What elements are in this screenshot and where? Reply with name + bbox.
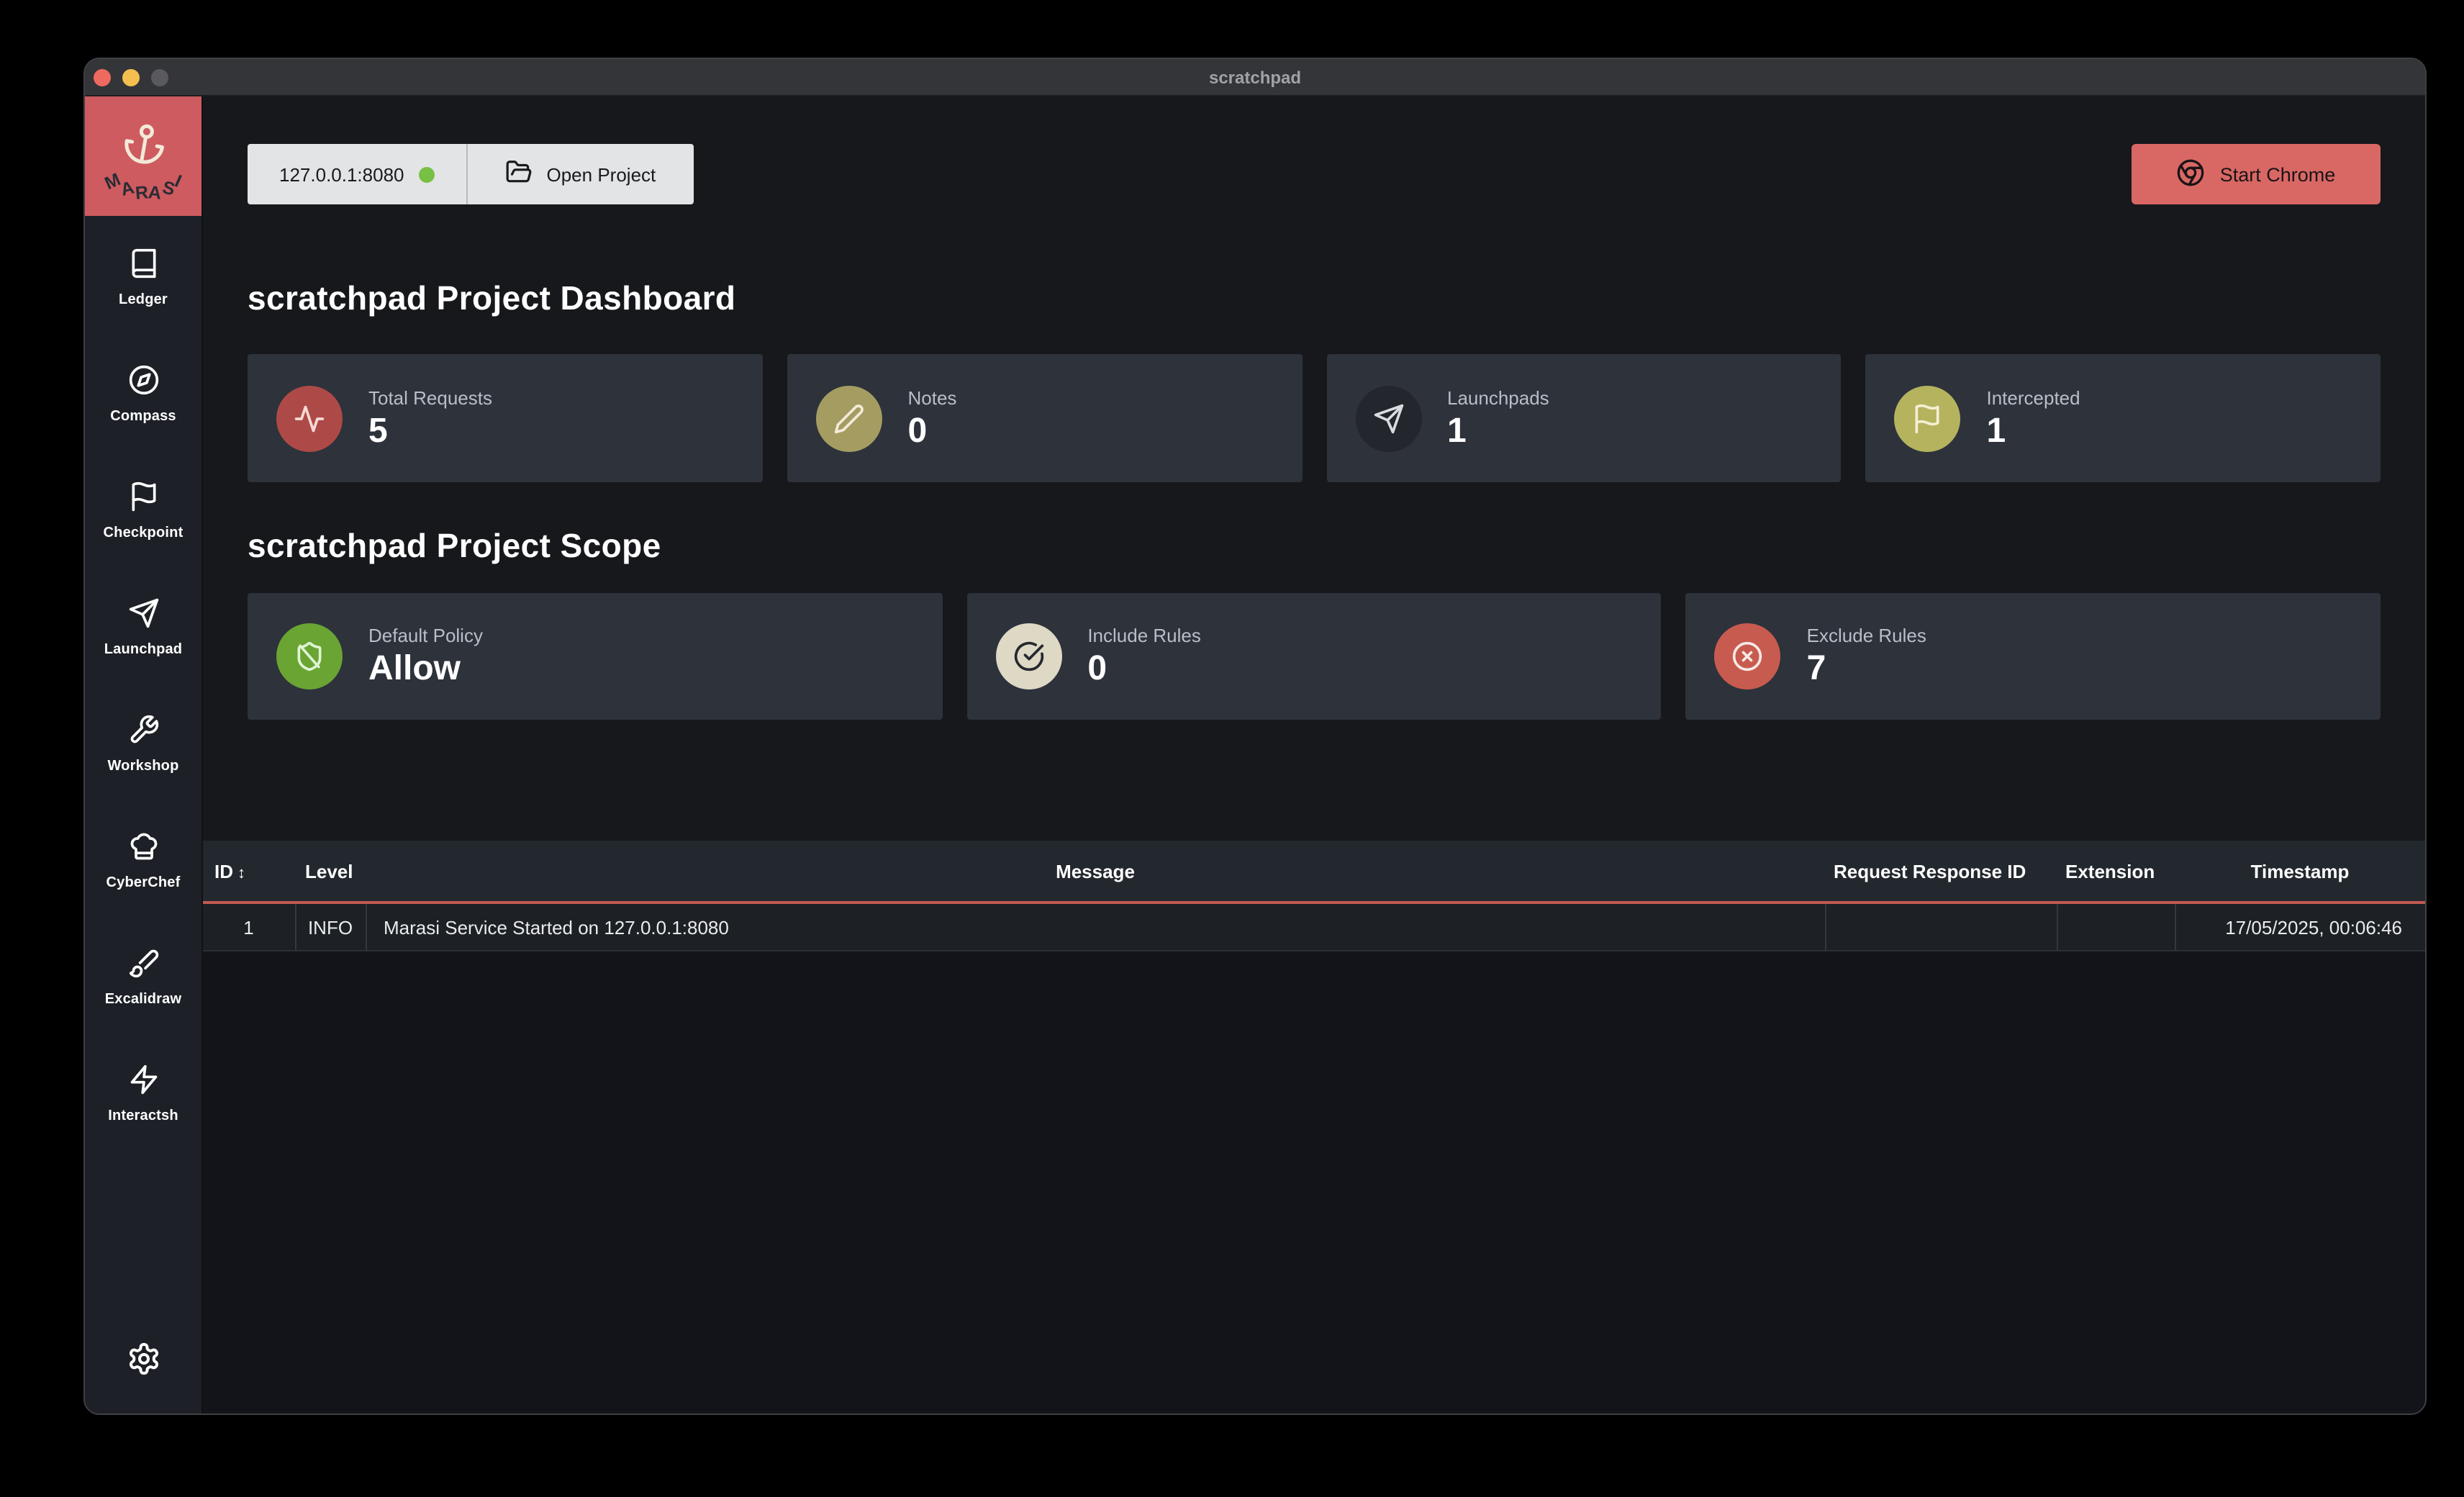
pencil-icon bbox=[816, 385, 882, 451]
log-cell-level: INFO bbox=[295, 903, 366, 951]
scope-value: Allow bbox=[368, 651, 483, 688]
stat-value: 1 bbox=[1987, 412, 2080, 450]
app-logo: MARASI bbox=[85, 96, 201, 216]
start-chrome-label: Start Chrome bbox=[2220, 163, 2336, 185]
log-table-header-row: ID↕ Level Message Request Response ID Ex… bbox=[203, 841, 2425, 903]
scope-card-default-policy: Default Policy Allow bbox=[248, 593, 942, 720]
sidebar-item-launchpad[interactable]: Launchpad bbox=[85, 569, 201, 685]
log-table-section: ID↕ Level Message Request Response ID Ex… bbox=[203, 841, 2425, 1414]
chrome-icon bbox=[2177, 158, 2206, 191]
send-icon bbox=[1355, 385, 1421, 451]
sidebar-item-label: Interactsh bbox=[108, 1108, 178, 1123]
book-icon bbox=[127, 247, 159, 286]
scope-value: 0 bbox=[1087, 651, 1201, 688]
sidebar-nav: Ledger Compass Checkpoint Launchpad bbox=[85, 219, 201, 1152]
activity-icon bbox=[276, 385, 343, 451]
stat-label: Launchpads bbox=[1447, 386, 1549, 408]
sidebar-item-compass[interactable]: Compass bbox=[85, 335, 201, 452]
folder-open-icon bbox=[505, 158, 533, 190]
log-cell-id: 1 bbox=[203, 903, 295, 951]
column-header-id[interactable]: ID↕ bbox=[203, 841, 295, 903]
check-circle-icon bbox=[995, 623, 1061, 689]
start-chrome-button[interactable]: Start Chrome bbox=[2132, 144, 2381, 204]
stat-label: Intercepted bbox=[1987, 386, 2080, 408]
scope-cards: Default Policy Allow Include Rules 0 Exclu… bbox=[248, 593, 2381, 720]
send-icon bbox=[127, 597, 159, 636]
stat-cards: Total Requests 5 Notes 0 Launchpads 1 bbox=[248, 354, 2381, 482]
dashboard-title: scratchpad Project Dashboard bbox=[248, 278, 2381, 318]
open-project-label: Open Project bbox=[547, 163, 656, 185]
sidebar: MARASI Ledger Compass Checkpoint bbox=[85, 96, 203, 1414]
x-circle-icon bbox=[1715, 623, 1781, 689]
stat-value: 5 bbox=[368, 412, 492, 450]
wrench-icon bbox=[127, 713, 159, 752]
logo-brand-text: MARASI bbox=[106, 171, 181, 191]
app-window: scratchpad MARASI Ledger bbox=[83, 58, 2427, 1415]
brush-icon bbox=[127, 946, 159, 985]
shield-off-icon bbox=[276, 623, 343, 689]
scope-label: Default Policy bbox=[368, 625, 483, 646]
sidebar-item-label: Excalidraw bbox=[105, 991, 182, 1007]
window-body: MARASI Ledger Compass Checkpoint bbox=[85, 96, 2425, 1414]
column-header-timestamp[interactable]: Timestamp bbox=[2175, 841, 2425, 903]
proxy-control-group: 127.0.0.1:8080 Open Project bbox=[248, 144, 693, 204]
chef-hat-icon bbox=[127, 830, 159, 869]
titlebar: scratchpad bbox=[85, 59, 2425, 96]
proxy-address-button[interactable]: 127.0.0.1:8080 bbox=[248, 144, 466, 204]
proxy-status-icon bbox=[419, 166, 435, 182]
log-cell-timestamp: 17/05/2025, 00:06:46 bbox=[2175, 903, 2425, 951]
content-area: 127.0.0.1:8080 Open Project Start C bbox=[203, 96, 2425, 720]
column-header-request-response-id[interactable]: Request Response ID bbox=[1825, 841, 2057, 903]
scope-card-include-rules: Include Rules 0 bbox=[966, 593, 1661, 720]
stat-card-launchpads: Launchpads 1 bbox=[1326, 354, 1842, 482]
stat-value: 1 bbox=[1447, 412, 1549, 450]
toolbar: 127.0.0.1:8080 Open Project Start C bbox=[248, 144, 2381, 204]
sidebar-item-label: Workshop bbox=[107, 758, 178, 774]
sidebar-item-excalidraw[interactable]: Excalidraw bbox=[85, 918, 201, 1035]
stat-card-total-requests: Total Requests 5 bbox=[248, 354, 763, 482]
column-header-extension[interactable]: Extension bbox=[2057, 841, 2175, 903]
sidebar-item-label: CyberChef bbox=[107, 874, 181, 890]
scope-label: Include Rules bbox=[1087, 625, 1201, 646]
sidebar-item-label: Launchpad bbox=[104, 641, 183, 657]
sidebar-item-ledger[interactable]: Ledger bbox=[85, 219, 201, 335]
proxy-address-text: 127.0.0.1:8080 bbox=[279, 163, 404, 185]
stat-label: Total Requests bbox=[368, 386, 492, 408]
log-cell-extension bbox=[2057, 903, 2175, 951]
stat-label: Notes bbox=[908, 386, 957, 408]
sidebar-item-label: Ledger bbox=[119, 291, 168, 307]
sidebar-item-cyberchef[interactable]: CyberChef bbox=[85, 802, 201, 918]
stat-card-intercepted: Intercepted 1 bbox=[1866, 354, 2381, 482]
log-table-row[interactable]: 1 INFO Marasi Service Started on 127.0.0… bbox=[203, 903, 2425, 951]
stat-value: 0 bbox=[908, 412, 957, 450]
sidebar-item-label: Compass bbox=[110, 408, 176, 424]
window-title: scratchpad bbox=[85, 67, 2425, 87]
anchor-icon bbox=[117, 119, 168, 176]
log-cell-request-response-id bbox=[1825, 903, 2057, 951]
column-header-level[interactable]: Level bbox=[295, 841, 366, 903]
sidebar-item-checkpoint[interactable]: Checkpoint bbox=[85, 452, 201, 569]
open-project-button[interactable]: Open Project bbox=[468, 144, 694, 204]
scope-title: scratchpad Project Scope bbox=[248, 525, 2381, 566]
log-cell-message: Marasi Service Started on 127.0.0.1:8080 bbox=[366, 903, 1825, 951]
flag-icon bbox=[127, 480, 159, 519]
gear-icon bbox=[126, 1342, 160, 1376]
flag-icon bbox=[1895, 385, 1961, 451]
settings-button[interactable] bbox=[126, 1342, 160, 1376]
sidebar-item-workshop[interactable]: Workshop bbox=[85, 685, 201, 802]
stat-card-notes: Notes 0 bbox=[787, 354, 1303, 482]
desktop: scratchpad MARASI Ledger bbox=[0, 0, 2464, 1497]
log-table: ID↕ Level Message Request Response ID Ex… bbox=[203, 841, 2425, 951]
sidebar-item-label: Checkpoint bbox=[104, 525, 184, 541]
column-header-message[interactable]: Message bbox=[366, 841, 1825, 903]
scope-value: 7 bbox=[1807, 651, 1926, 688]
scope-card-exclude-rules: Exclude Rules 7 bbox=[1686, 593, 2381, 720]
compass-icon bbox=[127, 363, 159, 402]
sort-icon: ↕ bbox=[237, 864, 245, 882]
main-content: 127.0.0.1:8080 Open Project Start C bbox=[203, 96, 2425, 1414]
scope-label: Exclude Rules bbox=[1807, 625, 1926, 646]
zap-icon bbox=[127, 1063, 159, 1102]
sidebar-item-interactsh[interactable]: Interactsh bbox=[85, 1035, 201, 1152]
